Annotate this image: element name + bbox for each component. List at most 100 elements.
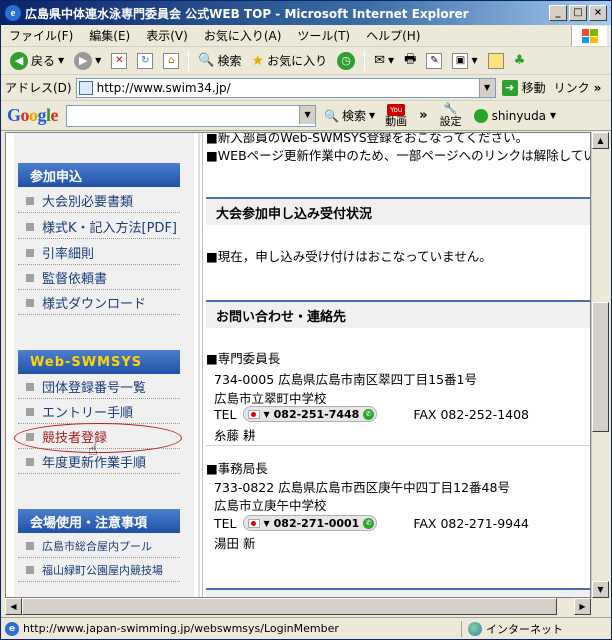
page-icon: [78, 80, 93, 95]
history-button[interactable]: ◷: [334, 49, 358, 73]
minimize-button[interactable]: _: [549, 5, 567, 21]
sidebar-item-label: 監督依頼書: [42, 272, 108, 287]
contact-name: 湯田 新: [214, 536, 256, 551]
status-bar: e http://www.japan-swimming.jp/webswmsys…: [1, 617, 611, 639]
print-button[interactable]: 🖶: [401, 49, 419, 73]
youtube-video-button[interactable]: You 動画: [385, 104, 407, 127]
scroll-up-button[interactable]: ▲: [592, 132, 609, 149]
address-input[interactable]: http://www.swim34.jp/ ▼: [75, 77, 496, 98]
toolbar-more-button[interactable]: »: [419, 108, 427, 123]
favorites-button[interactable]: ★ お気に入り: [249, 49, 331, 73]
sidebar-item-form-download[interactable]: 様式ダウンロード: [18, 291, 180, 315]
menu-help[interactable]: ヘルプ(H): [358, 27, 428, 44]
phone-number-button[interactable]: ▼ 082-271-0001 ✆: [242, 515, 378, 531]
user-account-button[interactable]: shinyuda ▼: [473, 108, 556, 123]
page-content: 参加申込 大会別必要書類 様式K・記入方法[PDF] 引率細則 監督依頼書 様式…: [5, 132, 591, 598]
sidebar-item-fukuyama-pool[interactable]: 福山緑町公園屋内競技場: [18, 558, 180, 582]
sidebar-item-rules[interactable]: 引率細則: [18, 241, 180, 265]
address-label: アドレス(D): [5, 81, 72, 95]
mail-icon: ✉: [374, 53, 386, 68]
sidebar-item-team-numbers[interactable]: 団体登録番号一覧: [18, 375, 180, 399]
hand-cursor-icon: ☝: [88, 440, 98, 459]
google-search-input[interactable]: ▼: [66, 104, 317, 127]
search-button[interactable]: 🔍 検索: [195, 49, 244, 73]
star-icon: ★: [251, 52, 265, 69]
bullet-icon: [26, 407, 34, 416]
next-section-heading: [206, 588, 590, 597]
google-search-dropdown[interactable]: ▼: [299, 105, 316, 124]
sidebar-item-hiroshima-pool[interactable]: 広島市総合屋内プール: [18, 534, 180, 558]
google-toolbar: Google ▼ 🔍 検索 ▼ You 動画 » 🔧 設定 shinyuda ▼: [1, 101, 611, 131]
discuss-button[interactable]: ▣ ▼: [449, 49, 480, 73]
horizontal-scrollbar[interactable]: ◀ ▶: [5, 598, 591, 615]
sidebar-item-form-k[interactable]: 様式K・記入方法[PDF]: [18, 215, 180, 239]
links-button[interactable]: リンク: [554, 79, 590, 96]
internet-zone-icon: [468, 621, 482, 636]
fax-number: FAX 082-271-9944: [413, 515, 530, 531]
vertical-scrollbar[interactable]: ▲ ▼: [591, 132, 609, 598]
contact-role: ■専門委員長: [206, 351, 281, 366]
phone-number-button[interactable]: ▼ 082-251-7448 ✆: [242, 406, 378, 422]
contact-role: ■事務局長: [206, 461, 268, 476]
vertical-scroll-thumb[interactable]: [592, 302, 609, 432]
messenger-button[interactable]: ♣: [511, 49, 529, 73]
stop-button[interactable]: ✕: [108, 49, 130, 73]
tel-label: TEL: [214, 406, 237, 422]
refresh-button[interactable]: ↻: [134, 49, 156, 73]
status-page-icon: e: [5, 621, 19, 636]
home-button[interactable]: ⌂: [160, 49, 182, 73]
sidebar-item-label: 広島市総合屋内プール: [42, 539, 152, 553]
menu-file[interactable]: ファイル(F): [1, 27, 81, 44]
maximize-button[interactable]: □: [569, 5, 587, 21]
sidebar-item-label: エントリー手順: [42, 406, 134, 421]
edit-button[interactable]: ✎: [423, 49, 445, 73]
scroll-down-button[interactable]: ▼: [592, 581, 609, 598]
user-status-icon: [473, 108, 488, 123]
sidebar-item-documents[interactable]: 大会別必要書類: [18, 189, 180, 213]
back-button[interactable]: ◀ 戻る ▼: [7, 49, 67, 73]
call-icon: ✆: [363, 517, 375, 529]
sidebar-item-label: 様式ダウンロード: [42, 297, 147, 312]
address-dropdown[interactable]: ▼: [478, 78, 495, 97]
menu-tools[interactable]: ツール(T): [289, 27, 358, 44]
scroll-right-button[interactable]: ▶: [574, 598, 591, 615]
bullet-icon: [26, 248, 34, 257]
go-button[interactable]: ➜ 移動: [501, 79, 546, 96]
google-search-button[interactable]: 🔍 検索 ▼: [324, 107, 375, 124]
mail-button[interactable]: ✉ ▼: [371, 49, 397, 73]
sidebar-item-coach-request[interactable]: 監督依頼書: [18, 266, 180, 290]
menu-view[interactable]: 表示(V): [138, 27, 196, 44]
menu-edit[interactable]: 編集(E): [81, 27, 138, 44]
edit-icon: ✎: [426, 52, 443, 69]
bullet-icon: [26, 565, 34, 574]
address-bar: アドレス(D) http://www.swim34.jp/ ▼ ➜ 移動 リンク…: [1, 75, 611, 101]
windows-logo-icon: [571, 26, 607, 46]
refresh-icon: ↻: [137, 52, 154, 69]
bullet-icon: [26, 541, 34, 550]
browser-window: e 広島県中体連水泳専門委員会 公式WEB TOP - Microsoft In…: [0, 0, 612, 640]
horizontal-scroll-thumb[interactable]: [22, 598, 557, 615]
bullet-icon: [26, 222, 34, 231]
back-arrow-icon: ◀: [10, 51, 28, 70]
scroll-left-button[interactable]: ◀: [5, 598, 22, 615]
wrench-icon: 🔧: [443, 102, 458, 116]
video-label: 動画: [385, 115, 408, 128]
links-more-icon[interactable]: »: [594, 81, 602, 95]
contact-address: 734-0005 広島県広島市南区翠四丁目15番1号: [214, 372, 478, 387]
stop-icon: ✕: [111, 52, 128, 69]
home-icon: ⌂: [163, 52, 180, 69]
entry-status-text: ■現在，申し込み受け付けはおこなっていません。: [206, 249, 492, 264]
folder-button[interactable]: [485, 49, 507, 73]
toolbar: ◀ 戻る ▼ ▶ ▼ ✕ ↻ ⌂ 🔍 検索 ★ お気に入り ◷ ✉ ▼ 🖶 ✎ ▣…: [1, 47, 611, 75]
sidebar-item-entry-procedure[interactable]: エントリー手順: [18, 400, 180, 424]
settings-button[interactable]: 🔧 設定: [440, 103, 462, 127]
status-zone: インターネット: [486, 622, 563, 636]
sidebar-item-annual-update[interactable]: 年度更新作業手順: [18, 450, 180, 474]
forward-button[interactable]: ▶ ▼: [71, 49, 104, 73]
tel-label: TEL: [214, 515, 237, 531]
messenger-icon: ♣: [513, 53, 526, 68]
status-url: http://www.japan-swimming.jp/webswmsys/L…: [23, 622, 339, 635]
menu-favorites[interactable]: お気に入り(A): [196, 27, 290, 44]
close-button[interactable]: ×: [589, 5, 607, 21]
bullet-icon: [26, 382, 34, 391]
